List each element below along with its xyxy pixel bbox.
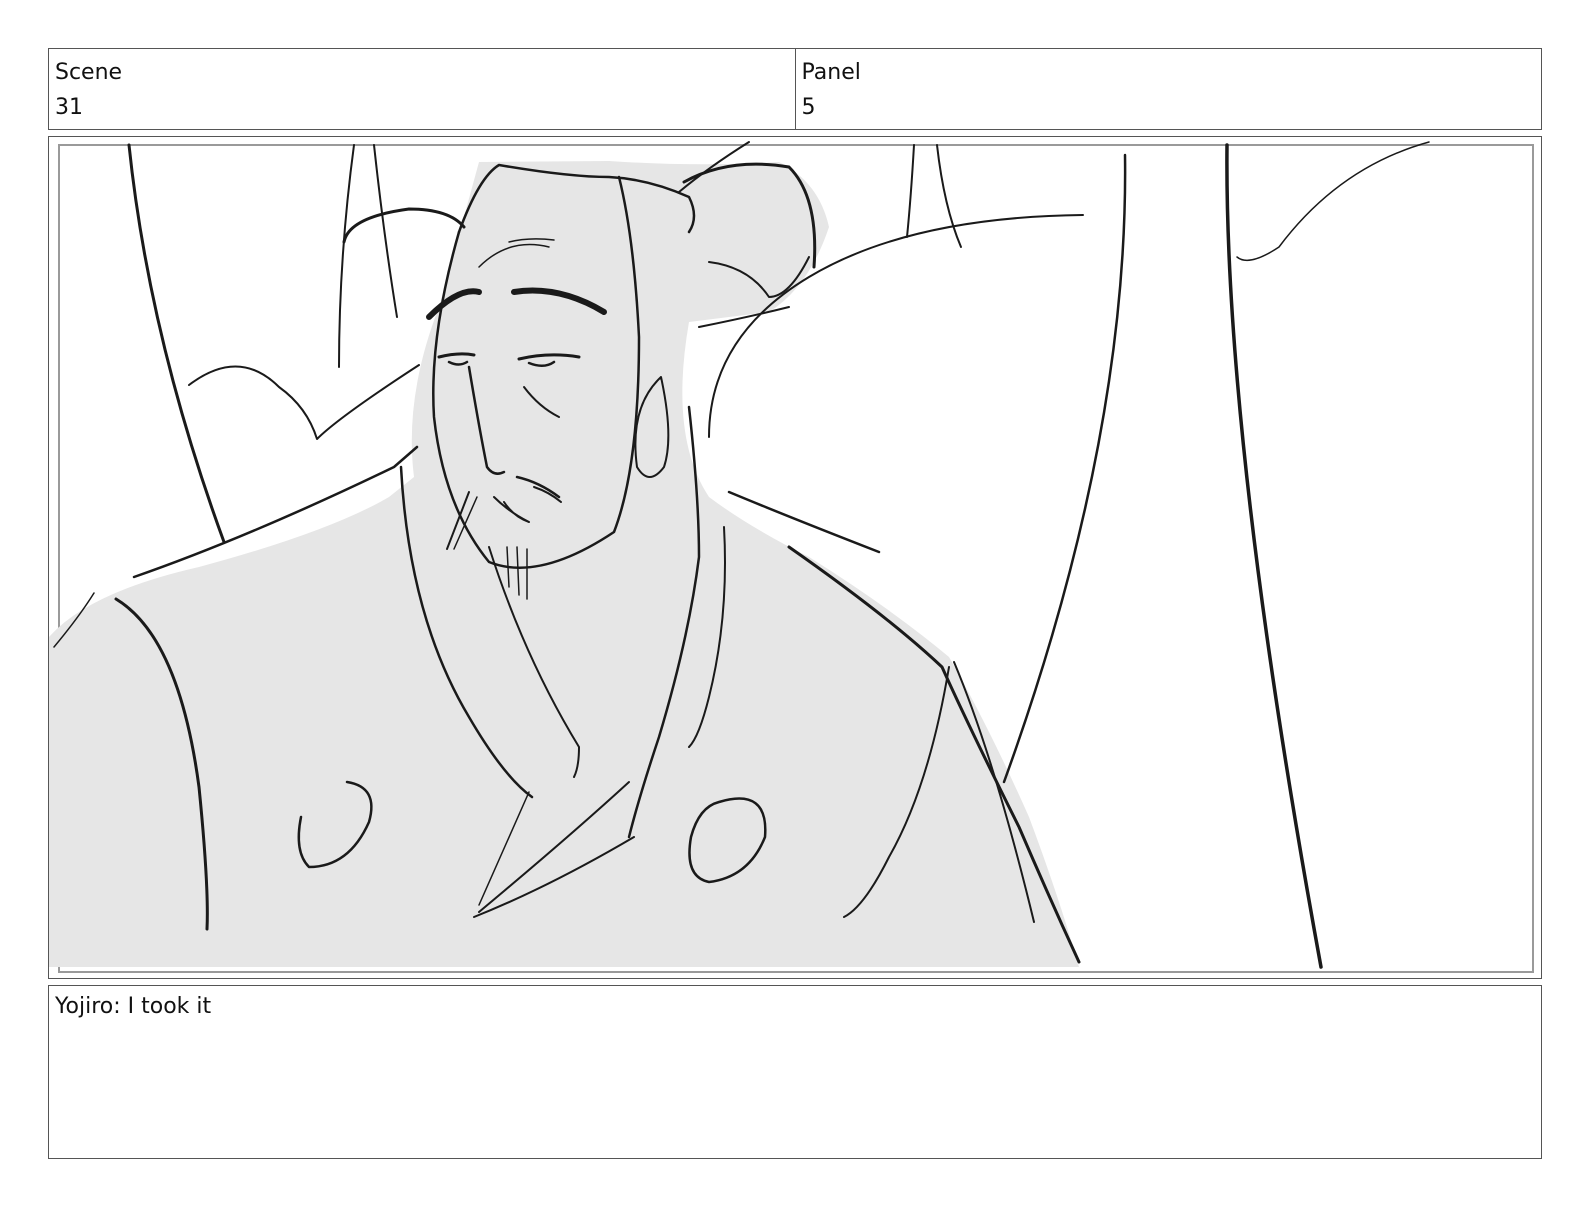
storyboard-header: Scene 31 Panel 5 (48, 48, 1542, 130)
sketch-illustration (49, 141, 1534, 973)
panel-number: 5 (801, 95, 816, 120)
storyboard-frame (48, 136, 1542, 979)
dialogue-caption: Yojiro: I took it (48, 985, 1542, 1159)
scene-cell: Scene 31 (49, 49, 795, 129)
scene-number: 31 (55, 95, 83, 120)
panel-label: Panel (801, 60, 861, 85)
dialogue-text: Yojiro: I took it (55, 994, 212, 1019)
scene-label: Scene (55, 60, 123, 85)
panel-cell: Panel 5 (794, 49, 1542, 129)
